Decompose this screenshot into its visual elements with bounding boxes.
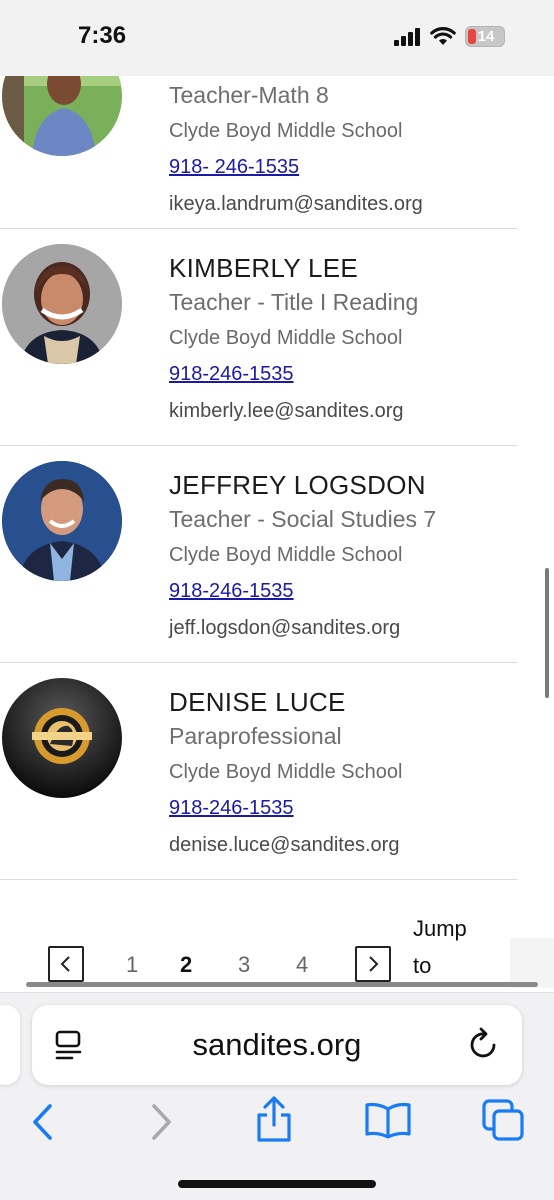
browser-toolbar: sandites.org [0, 992, 554, 1200]
pagination-page-4[interactable]: 4 [296, 952, 308, 978]
chevron-left-icon [60, 956, 70, 972]
staff-title: Teacher-Math 8 [169, 82, 329, 108]
staff-title: Teacher - Social Studies 7 [169, 506, 437, 532]
staff-title: Teacher - Title I Reading [169, 289, 419, 315]
status-time: 7:36 [78, 22, 127, 49]
staff-email: kimberly.lee@sandites.org [169, 400, 404, 422]
web-content: Teacher-Math 8 Clyde Boyd Middle School … [0, 76, 554, 992]
staff-email: jeff.logsdon@sandites.org [169, 617, 401, 639]
staff-card: DENISE LUCE Paraprofessional Clyde Boyd … [0, 663, 517, 880]
previous-tab-preview[interactable] [0, 1005, 20, 1085]
staff-phone-link[interactable]: 918-246-1535 [169, 363, 294, 386]
battery-icon: 14 [465, 26, 505, 47]
battery-level: 14 [477, 28, 495, 45]
url-text: sandites.org [192, 1027, 362, 1062]
address-bar[interactable]: sandites.org [32, 1005, 522, 1085]
pagination-page-2-current[interactable]: 2 [180, 952, 192, 978]
staff-photo [2, 76, 122, 156]
staff-photo [2, 461, 122, 581]
jump-to-label: Jump [413, 916, 467, 941]
jump-to-label-line2: to [413, 953, 432, 978]
horizontal-scroll-indicator[interactable] [26, 982, 538, 987]
forward-icon[interactable] [148, 1103, 174, 1141]
pagination-page-1[interactable]: 1 [126, 952, 138, 978]
staff-name: DENISE LUCE [169, 687, 346, 717]
staff-school: Clyde Boyd Middle School [169, 327, 403, 349]
staff-email: ikeya.landrum@sandites.org [169, 193, 423, 215]
staff-phone-link[interactable]: 918-246-1535 [169, 580, 294, 603]
staff-phone-link[interactable]: 918- 246-1535 [169, 156, 299, 179]
share-icon[interactable] [255, 1095, 293, 1143]
pagination-page-3[interactable]: 3 [238, 952, 250, 978]
staff-email: denise.luce@sandites.org [169, 834, 400, 856]
staff-avatar [2, 244, 122, 364]
staff-school: Clyde Boyd Middle School [169, 544, 403, 566]
wifi-icon [430, 27, 456, 45]
staff-photo [2, 244, 122, 364]
staff-name: KIMBERLY LEE [169, 253, 359, 283]
staff-school: Clyde Boyd Middle School [169, 761, 403, 783]
home-indicator [178, 1180, 376, 1188]
back-icon[interactable] [30, 1103, 56, 1141]
staff-school: Clyde Boyd Middle School [169, 120, 403, 142]
pagination-prev-button[interactable] [48, 946, 84, 982]
staff-card: Teacher-Math 8 Clyde Boyd Middle School … [0, 76, 517, 229]
staff-name: JEFFREY LOGSDON [169, 470, 426, 500]
sand-springs-sandites-logo [2, 678, 122, 798]
staff-title: Paraprofessional [169, 723, 342, 749]
pagination-next-button[interactable] [355, 946, 391, 982]
staff-avatar [2, 678, 122, 798]
status-bar: 7:36 14 [0, 0, 554, 76]
reload-icon[interactable] [468, 1027, 500, 1061]
jump-to-input[interactable] [510, 938, 554, 988]
vertical-scroll-indicator[interactable] [545, 568, 549, 698]
cellular-signal-icon [394, 28, 420, 46]
chevron-right-icon [369, 956, 379, 972]
tabs-icon[interactable] [482, 1099, 526, 1143]
bookmarks-icon[interactable] [364, 1101, 412, 1139]
staff-avatar [2, 76, 122, 156]
staff-phone-link[interactable]: 918-246-1535 [169, 797, 294, 820]
staff-card: JEFFREY LOGSDON Teacher - Social Studies… [0, 446, 517, 663]
staff-card: KIMBERLY LEE Teacher - Title I Reading C… [0, 229, 517, 446]
staff-avatar [2, 461, 122, 581]
